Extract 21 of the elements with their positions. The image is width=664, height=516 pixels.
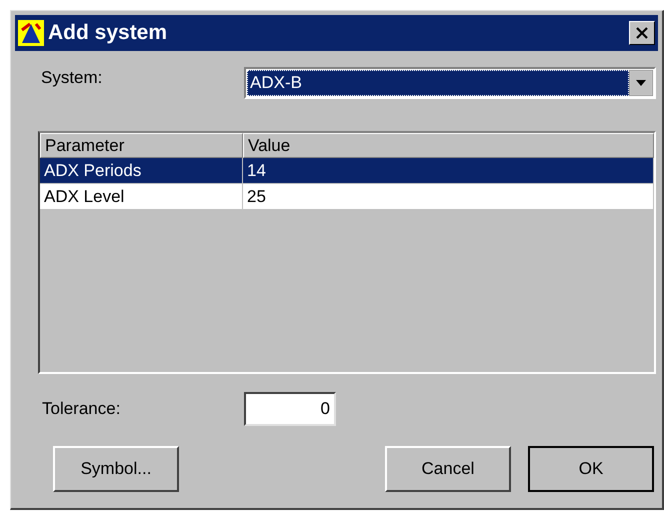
close-icon — [636, 27, 648, 39]
app-icon — [18, 20, 44, 46]
table-row[interactable]: ADX Periods 14 — [40, 158, 654, 184]
window-title: Add system — [48, 20, 168, 46]
dropdown-value: ADX-B — [247, 70, 629, 96]
table-cell: 14 — [243, 158, 654, 183]
dropdown-arrow-icon[interactable] — [629, 70, 653, 96]
column-header[interactable]: Parameter — [40, 133, 243, 158]
table-cell: ADX Level — [40, 184, 243, 209]
table-row[interactable]: ADX Level 25 — [40, 184, 654, 210]
system-dropdown[interactable]: ADX-B — [244, 67, 656, 99]
dialog-button[interactable]: OK — [528, 446, 654, 492]
dialog-button[interactable]: Cancel — [385, 446, 511, 492]
close-button[interactable] — [629, 21, 655, 45]
tolerance-label: Tolerance: — [42, 398, 122, 420]
dialog-button[interactable]: Symbol... — [53, 446, 179, 492]
column-header[interactable]: Value — [243, 133, 654, 158]
tolerance-field[interactable]: 0 — [244, 392, 336, 426]
table-cell: ADX Periods — [40, 158, 243, 183]
table-cell: 25 — [243, 184, 654, 209]
system-label: System: — [41, 67, 104, 90]
